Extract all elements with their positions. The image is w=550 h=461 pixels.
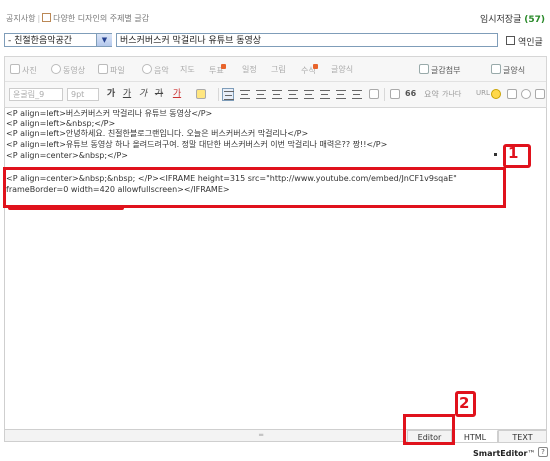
music-icon	[142, 64, 152, 74]
translate-label: 역인글	[518, 38, 543, 48]
title-input[interactable]: 버스커버스커 막걸리나 유튜브 동영상	[116, 33, 498, 47]
file-label: 파일	[110, 66, 125, 75]
code-line: <P align=left>버스커버스커 막걸리나 유튜브 동영상</P>	[6, 109, 213, 118]
template-link[interactable]: 다양한 디자인의 주제별 글감	[53, 14, 149, 23]
template-button[interactable]: 글양식	[491, 64, 525, 76]
highlight-icon[interactable]	[196, 89, 206, 99]
map-label: 지도	[180, 65, 195, 74]
brand-name: SmartEditor	[473, 449, 528, 458]
url-button[interactable]: URL	[476, 89, 490, 101]
code-line: <P align=left>안녕하세요. 친절한블로그랜입니다. 오늘은 버스커…	[6, 129, 309, 138]
draft-link[interactable]: 임시저장글 (57)	[480, 12, 545, 25]
font-color-button[interactable]: 가	[171, 88, 183, 101]
blog-template-label: 글양식	[331, 65, 354, 74]
line-height-icon[interactable]	[352, 90, 362, 99]
attach-icon	[419, 64, 429, 74]
tab-text[interactable]: TEXT	[498, 430, 547, 443]
font-size-select[interactable]: 9pt	[67, 88, 99, 101]
notice-link[interactable]: 공지사항	[6, 14, 35, 23]
align-right-icon[interactable]	[256, 90, 266, 99]
file-button[interactable]: 파일	[98, 64, 125, 76]
chevron-down-icon[interactable]: ▼	[96, 34, 112, 46]
align-center-icon[interactable]	[240, 90, 250, 99]
photo-button[interactable]: 사진	[10, 64, 37, 76]
annotation-number-1: 1	[508, 144, 519, 162]
attach-info-button[interactable]: 글감첨부	[419, 64, 460, 76]
draft-label: 임시저장글	[479, 15, 522, 25]
align-left-icon	[224, 91, 234, 100]
map-button[interactable]: 지도	[180, 64, 195, 75]
poll-button[interactable]: 투표	[209, 64, 226, 76]
indent-icon[interactable]	[336, 90, 346, 99]
new-badge-icon	[220, 64, 226, 69]
video-icon	[51, 64, 61, 74]
schedule-button[interactable]: 일정	[242, 64, 257, 75]
align-left-button[interactable]	[222, 88, 234, 101]
toolbar-divider	[5, 81, 546, 82]
help-icon[interactable]: ?	[538, 447, 548, 457]
blog-template-button[interactable]: 글양식	[331, 64, 353, 75]
template-icon	[491, 64, 501, 74]
special-char-icon[interactable]	[390, 89, 400, 99]
tab-html[interactable]: HTML	[452, 430, 498, 443]
italic-button[interactable]: 가	[137, 88, 149, 101]
image-button[interactable]: 그림	[271, 64, 286, 75]
formula-button[interactable]: 수식	[301, 64, 318, 76]
unordered-list-icon[interactable]	[304, 90, 314, 99]
annotation-box-iframe	[3, 167, 506, 208]
resize-handle-icon[interactable]: ═	[259, 431, 263, 439]
video-button[interactable]: 동영상	[51, 64, 85, 76]
file-icon	[98, 64, 108, 74]
draft-count: (57)	[524, 15, 545, 25]
photo-label: 사진	[22, 66, 37, 75]
music-label: 음악	[154, 66, 169, 75]
translate-checkbox[interactable]	[506, 36, 515, 45]
separator: |	[37, 14, 41, 23]
font-select[interactable]: 윤굴림_9	[9, 88, 63, 101]
cursor-dot	[494, 153, 497, 156]
photo-icon	[10, 64, 20, 74]
align-justify-icon[interactable]	[272, 90, 282, 99]
brand-tm: ™	[527, 449, 536, 458]
quote-button[interactable]: 66	[405, 89, 416, 101]
music-button[interactable]: 음악	[142, 64, 169, 76]
table-icon[interactable]	[507, 89, 517, 99]
code-line: <P align=center>&nbsp;</P>	[6, 151, 128, 160]
template-icon	[42, 13, 52, 22]
toolbar-separator	[384, 88, 385, 101]
search-icon[interactable]	[521, 89, 531, 99]
schedule-label: 일정	[242, 65, 257, 74]
code-line: <P align=left>&nbsp;</P>	[6, 119, 116, 128]
outdent-icon[interactable]	[320, 90, 330, 99]
attach-info-label: 글감첨부	[431, 66, 461, 75]
spellcheck-button[interactable]: 가나다	[442, 89, 461, 101]
annotation-number-2: 2	[459, 394, 470, 412]
template-label: 글양식	[503, 66, 526, 75]
emoticon-icon[interactable]	[491, 89, 501, 99]
video-label: 동영상	[63, 66, 86, 75]
toolbar-separator	[218, 88, 219, 101]
clear-format-icon[interactable]	[369, 89, 379, 99]
new-badge-icon	[312, 64, 318, 69]
strike-button[interactable]: 가	[153, 88, 165, 101]
summary-button[interactable]: 요약	[424, 89, 439, 101]
topline: 공지사항 | 다양한 디자인의 주제별 글감	[6, 13, 149, 24]
annotation-underline	[8, 205, 124, 210]
brand-logo: SmartEditor™	[473, 449, 535, 458]
underline-button[interactable]: 가	[121, 88, 133, 101]
image-label: 그림	[271, 65, 286, 74]
bold-button[interactable]: 가	[105, 88, 117, 101]
ordered-list-icon[interactable]	[288, 90, 298, 99]
code-line: <P align=left>유튜브 동영상 하나 올려드려구여. 정말 대단한 …	[6, 140, 388, 149]
more-icon[interactable]	[535, 89, 545, 99]
annotation-box-editor-tab	[403, 414, 455, 445]
